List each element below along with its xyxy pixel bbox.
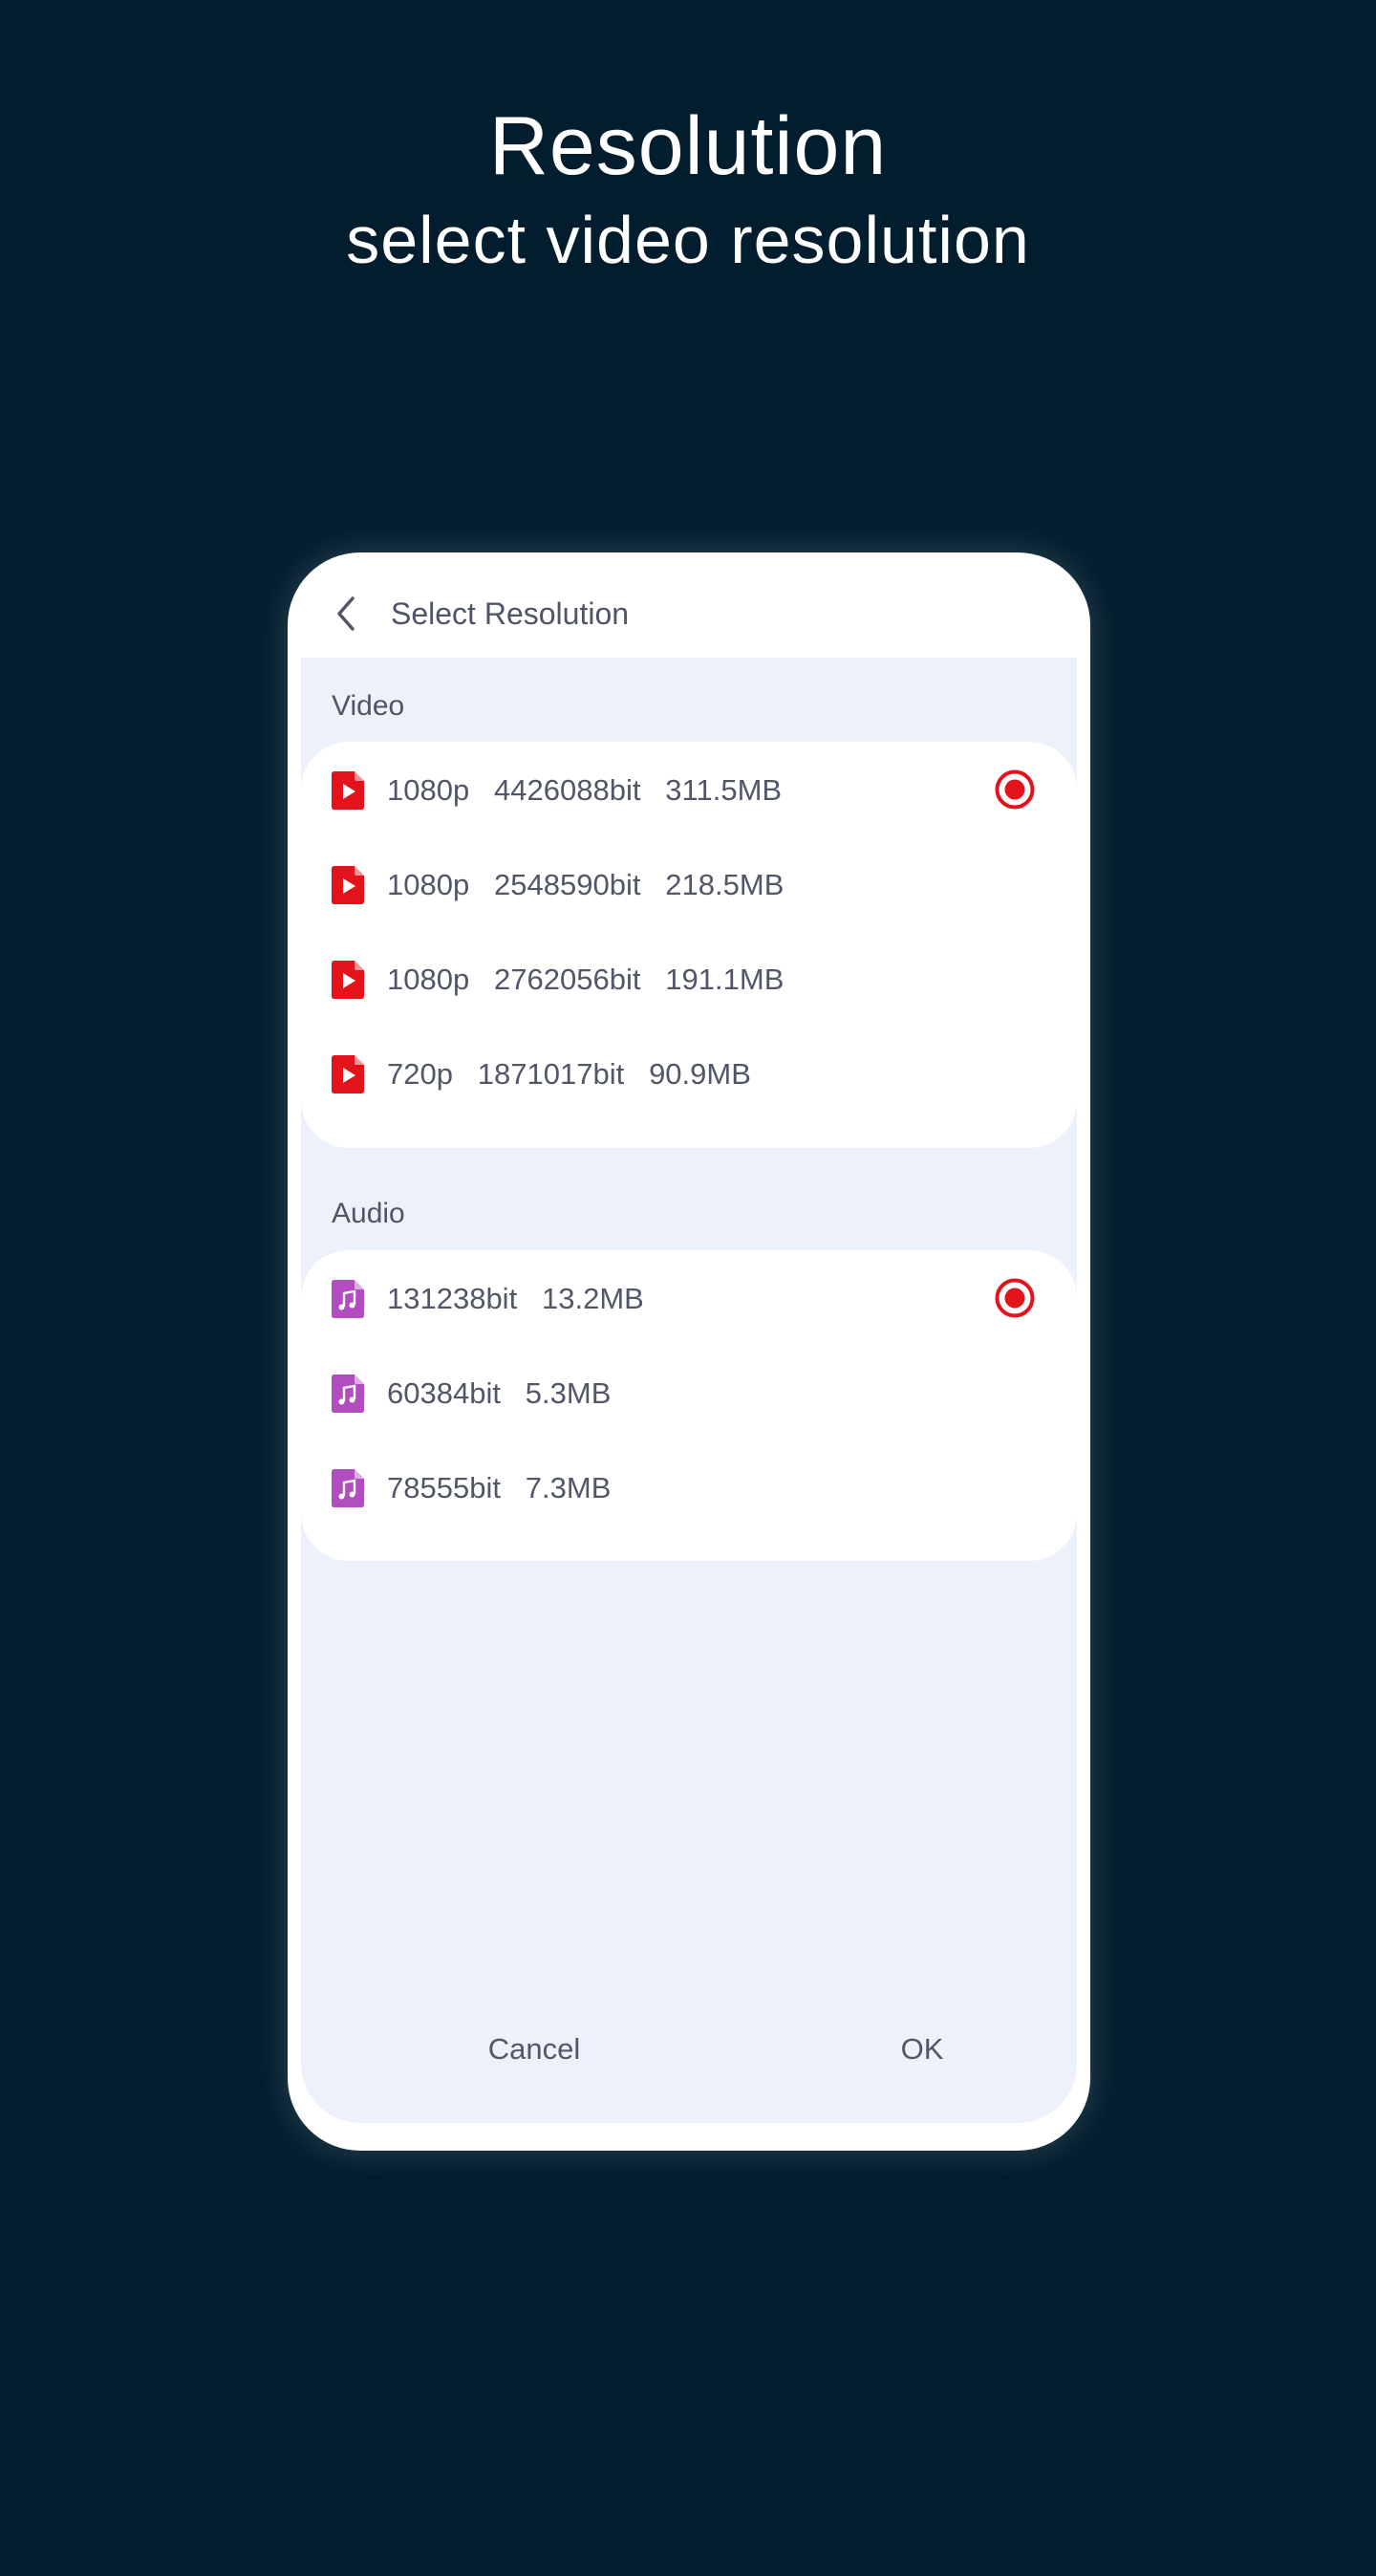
audio-options-card: 131238bit 13.2MB 60384bit 5.3MB 78555bit… xyxy=(301,1250,1077,1561)
audio-file-icon xyxy=(332,1375,364,1413)
resolution-list-panel: Video 1080p 4426088bit 311.5MB 1080p 254… xyxy=(301,658,1077,2123)
video-option-row[interactable]: 720p 1871017bit 90.9MB xyxy=(301,1026,1077,1120)
audio-file-icon xyxy=(332,1280,364,1318)
cancel-button[interactable]: Cancel xyxy=(410,2021,658,2078)
video-file-icon xyxy=(332,771,364,810)
audio-option-label: 60384bit 5.3MB xyxy=(387,1376,612,1410)
audio-option-label: 78555bit 7.3MB xyxy=(387,1471,612,1504)
video-option-row[interactable]: 1080p 2548590bit 218.5MB xyxy=(301,836,1077,931)
video-file-icon xyxy=(332,1055,364,1093)
video-file-icon xyxy=(332,866,364,904)
radio-selected-icon[interactable] xyxy=(995,1278,1035,1318)
ok-button[interactable]: OK xyxy=(798,2021,1046,2078)
radio-selected-icon[interactable] xyxy=(995,769,1035,810)
audio-option-row[interactable]: 131238bit 13.2MB xyxy=(301,1250,1077,1345)
video-option-row[interactable]: 1080p 2762056bit 191.1MB xyxy=(301,931,1077,1026)
chevron-left-icon[interactable] xyxy=(330,593,364,635)
app-header: Select Resolution xyxy=(288,552,1090,658)
audio-option-row[interactable]: 78555bit 7.3MB xyxy=(301,1440,1077,1534)
audio-option-row[interactable]: 60384bit 5.3MB xyxy=(301,1345,1077,1440)
video-option-row[interactable]: 1080p 4426088bit 311.5MB xyxy=(301,742,1077,836)
video-option-label: 1080p 2548590bit 218.5MB xyxy=(387,868,785,901)
audio-file-icon xyxy=(332,1469,364,1507)
video-option-label: 1080p 4426088bit 311.5MB xyxy=(387,773,783,807)
video-options-card: 1080p 4426088bit 311.5MB 1080p 2548590bi… xyxy=(301,742,1077,1148)
dialog-title: Select Resolution xyxy=(391,596,630,631)
promo-subtitle: select video resolution xyxy=(346,203,1030,277)
video-file-icon xyxy=(332,961,364,999)
phone-frame: Select Resolution Video 1080p 4426088bit… xyxy=(288,552,1090,2151)
video-section-label: Video xyxy=(332,690,405,722)
video-option-label: 1080p 2762056bit 191.1MB xyxy=(387,963,785,996)
audio-section-label: Audio xyxy=(332,1198,405,1229)
promo-title: Resolution xyxy=(488,100,888,192)
video-option-label: 720p 1871017bit 90.9MB xyxy=(387,1057,751,1091)
audio-option-label: 131238bit 13.2MB xyxy=(387,1282,644,1315)
